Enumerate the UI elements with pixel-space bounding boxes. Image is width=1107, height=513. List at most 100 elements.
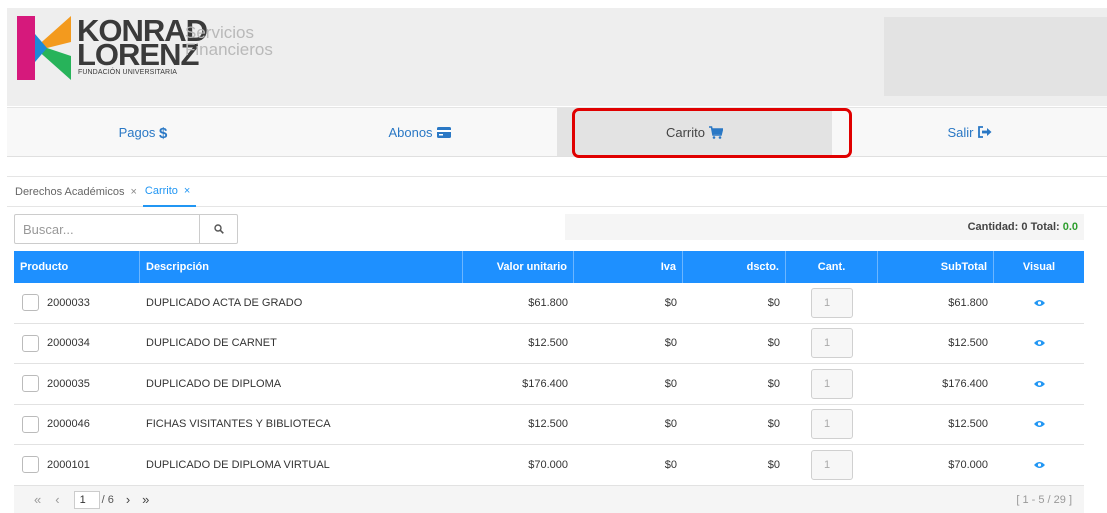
eye-icon[interactable] xyxy=(1033,299,1045,307)
producto-cell: 2000035 xyxy=(14,364,140,404)
tab-bar: Derechos Académicos × Carrito × xyxy=(7,176,1107,207)
main-nav: Pagos $ Abonos Carrito Salir xyxy=(7,107,1107,157)
last-page-button[interactable]: » xyxy=(142,492,149,507)
dscto-cell: $0 xyxy=(767,377,780,390)
nav-item-label: Abonos xyxy=(388,124,433,140)
visual-cell xyxy=(994,324,1084,364)
nav-item-label: Pagos xyxy=(118,124,156,140)
row-checkbox[interactable] xyxy=(22,375,39,393)
quantity-input[interactable]: 1 xyxy=(811,449,853,480)
nav-item-carrito[interactable]: Carrito xyxy=(557,108,832,156)
konrad-lorenz-logo: KONRAD LORENZ FUNDACIÓN UNIVERSITARIA Se… xyxy=(17,15,273,80)
table-row: 2000034 DUPLICADO DE CARNET $12.500 $0 $… xyxy=(14,324,1084,364)
nav-item-label: Carrito xyxy=(665,124,705,140)
visual-cell xyxy=(994,364,1084,404)
tab-label: Derechos Académicos xyxy=(15,185,125,198)
descripcion-cell: DUPLICADO ACTA DE GRADO xyxy=(146,296,303,309)
producto-code: 2000046 xyxy=(47,418,90,431)
logo-k-icon xyxy=(17,16,71,80)
search-icon xyxy=(213,224,224,234)
eye-icon[interactable] xyxy=(1033,380,1045,388)
column-header-producto[interactable]: Producto xyxy=(14,251,140,283)
row-checkbox[interactable] xyxy=(22,456,39,474)
table-row: 2000035 DUPLICADO DE DIPLOMA $176.400 $0… xyxy=(14,364,1084,405)
tab-carrito[interactable]: Carrito × xyxy=(142,177,197,207)
table-header: Producto Descripción Valor unitario Iva … xyxy=(14,251,1084,283)
producto-cell: 2000034 xyxy=(14,324,140,364)
column-header-descripcion[interactable]: Descripción xyxy=(140,251,463,283)
row-checkbox[interactable] xyxy=(22,415,39,433)
search-button[interactable] xyxy=(199,215,237,243)
search-box xyxy=(14,214,238,244)
first-page-button[interactable]: « xyxy=(34,492,41,507)
eye-icon[interactable] xyxy=(1033,420,1045,428)
subtotal-cell: $12.500 xyxy=(948,418,988,431)
column-header-visual[interactable]: Visual xyxy=(994,251,1084,283)
page-total: / 6 xyxy=(101,493,114,506)
descripcion-cell: FICHAS VISITANTES Y BIBLIOTECA xyxy=(146,418,331,431)
cant-cell: 1 xyxy=(786,405,878,445)
nav-item-pagos[interactable]: Pagos $ xyxy=(7,108,282,156)
dscto-cell: $0 xyxy=(767,458,780,471)
eye-icon[interactable] xyxy=(1033,339,1045,347)
column-header-valor-unitario[interactable]: Valor unitario xyxy=(463,251,574,283)
descripcion-cell: DUPLICADO DE DIPLOMA VIRTUAL xyxy=(146,458,330,471)
cant-cell: 1 xyxy=(786,283,878,323)
search-input[interactable] xyxy=(15,215,199,243)
page-number-input[interactable]: 1 xyxy=(73,490,100,509)
close-icon[interactable]: × xyxy=(184,185,190,197)
brand-line-2: LORENZ xyxy=(77,37,199,72)
row-checkbox[interactable] xyxy=(22,334,39,352)
iva-cell: $0 xyxy=(664,337,677,350)
brand-service-2: Financieros xyxy=(185,40,273,59)
valor-cell: $12.500 xyxy=(528,337,568,350)
quantity-input[interactable]: 1 xyxy=(811,328,853,359)
quantity-input[interactable]: 1 xyxy=(811,287,853,318)
eye-icon[interactable] xyxy=(1033,461,1045,469)
subtotal-cell: $70.000 xyxy=(948,458,988,471)
quantity-input[interactable]: 1 xyxy=(811,409,853,440)
valor-cell: $12.500 xyxy=(528,418,568,431)
producto-cell: 2000046 xyxy=(14,405,140,445)
subtotal-cell: $176.400 xyxy=(942,377,988,390)
next-page-button[interactable]: › xyxy=(126,492,130,507)
column-header-dscto[interactable]: dscto. xyxy=(683,251,786,283)
total-label: Total: xyxy=(1030,221,1060,233)
iva-cell: $0 xyxy=(664,296,677,309)
producto-cell: 2000101 xyxy=(14,445,140,485)
quantity-value: 0 xyxy=(1021,221,1028,233)
nav-item-salir[interactable]: Salir xyxy=(832,108,1107,156)
record-range: [ 1 - 5 / 29 ] xyxy=(1016,493,1072,506)
cart-table: Producto Descripción Valor unitario Iva … xyxy=(14,251,1084,486)
total-value: 0.0 xyxy=(1062,221,1078,233)
column-header-subtotal[interactable]: SubTotal xyxy=(878,251,994,283)
column-header-iva[interactable]: Iva xyxy=(574,251,683,283)
close-icon[interactable]: × xyxy=(130,186,136,198)
iva-cell: $0 xyxy=(664,458,677,471)
brand-tagline: FUNDACIÓN UNIVERSITARIA xyxy=(78,69,178,76)
visual-cell xyxy=(994,405,1084,445)
tab-label: Carrito xyxy=(144,184,178,197)
prev-page-button[interactable]: ‹ xyxy=(55,492,59,507)
nav-item-label: Salir xyxy=(947,124,974,140)
cant-cell: 1 xyxy=(786,364,878,404)
credit-card-icon xyxy=(436,126,451,138)
nav-item-abonos[interactable]: Abonos xyxy=(282,108,557,156)
row-checkbox[interactable] xyxy=(22,294,39,312)
iva-cell: $0 xyxy=(664,377,677,390)
dscto-cell: $0 xyxy=(767,296,780,309)
svg-text:$: $ xyxy=(159,125,168,140)
table-row: 2000101 DUPLICADO DE DIPLOMA VIRTUAL $70… xyxy=(14,445,1084,486)
producto-code: 2000101 xyxy=(47,458,90,471)
descripcion-cell: DUPLICADO DE CARNET xyxy=(146,337,277,350)
table-row: 2000033 DUPLICADO ACTA DE GRADO $61.800 … xyxy=(14,283,1084,324)
column-header-cant[interactable]: Cant. xyxy=(786,251,878,283)
header-right-panel xyxy=(884,17,1107,96)
producto-code: 2000034 xyxy=(47,337,90,350)
dscto-cell: $0 xyxy=(767,337,780,350)
dollar-icon: $ xyxy=(159,125,168,140)
cart-icon xyxy=(709,125,723,139)
quantity-input[interactable]: 1 xyxy=(811,368,853,399)
tab-derechos-academicos[interactable]: Derechos Académicos × xyxy=(13,177,143,207)
brand-service-1: Servicios xyxy=(185,23,254,42)
